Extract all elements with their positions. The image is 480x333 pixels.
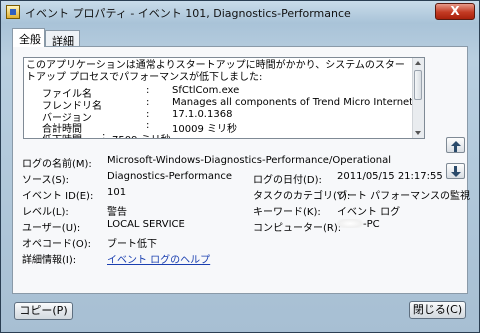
task-category-label: タスクのカテゴリ(Y): xyxy=(253,191,351,202)
event-id-value: 101 xyxy=(107,187,127,198)
general-panel: このアプリケーションは通常よりスタートアップに時間がかかり、システムのスタートア… xyxy=(12,46,470,294)
close-button[interactable]: 閉じる(C) xyxy=(409,301,466,319)
detail-value: 10009 ミリ秒 xyxy=(172,124,237,135)
task-category-value: ブート パフォーマンスの監視 xyxy=(337,191,470,202)
event-id-label: イベント ID(E): xyxy=(22,191,94,202)
title-bar[interactable]: イベント プロパティ - イベント 101, Diagnostics-Perfo… xyxy=(1,1,479,23)
previous-event-button[interactable] xyxy=(446,137,465,153)
detail-value: 7509 ミリ秒 xyxy=(112,131,171,138)
description-box[interactable]: このアプリケーションは通常よりスタートアップに時間がかかり、システムのスタートア… xyxy=(23,57,425,139)
detail-value: Manages all components of Trend Micro In… xyxy=(172,97,424,108)
description-scrollbar[interactable] xyxy=(412,58,424,138)
user-value: LOCAL SERVICE xyxy=(107,219,185,230)
source-label: ソース(S): xyxy=(22,175,70,186)
detail-key: 低下時間 xyxy=(42,131,82,138)
arrow-down-icon xyxy=(451,172,461,177)
opcode-label: オペコード(O): xyxy=(22,239,92,250)
event-viewer-icon xyxy=(6,5,20,19)
computer-value: -PC xyxy=(337,219,380,230)
scroll-up-arrow-icon[interactable] xyxy=(415,61,421,65)
close-window-button[interactable]: X xyxy=(435,3,475,20)
tab-details[interactable]: 詳細 xyxy=(45,30,80,48)
scroll-down-arrow-icon[interactable] xyxy=(415,131,421,135)
logged-label: ログの日付(D): xyxy=(253,175,322,186)
log-name-value: Microsoft-Windows-Diagnostics-Performanc… xyxy=(107,155,392,166)
redacted-name xyxy=(337,219,363,228)
detail-sep: : xyxy=(102,131,106,139)
detail-sep: : xyxy=(146,120,150,131)
keywords-value: イベント ログ xyxy=(337,207,401,218)
copy-button[interactable]: コピー(P) xyxy=(14,302,73,320)
keywords-label: キーワード(K): xyxy=(253,207,321,218)
user-label: ユーザー(U): xyxy=(22,223,81,234)
next-event-button[interactable] xyxy=(446,163,465,179)
scroll-thumb[interactable] xyxy=(414,70,422,100)
description-text: このアプリケーションは通常よりスタートアップに時間がかかり、システムのスタートア… xyxy=(26,60,405,83)
level-label: レベル(L): xyxy=(22,207,69,218)
detail-sep: : xyxy=(146,109,150,120)
more-info-label: 詳細情報(I): xyxy=(22,255,77,266)
detail-value: 17.1.0.1368 xyxy=(172,109,233,120)
detail-sep: : xyxy=(146,97,150,108)
computer-value-suffix: -PC xyxy=(363,219,380,230)
tab-general[interactable]: 全般 xyxy=(12,28,45,47)
computer-label: コンピューター(R): xyxy=(253,223,342,234)
window-title: イベント プロパティ - イベント 101, Diagnostics-Perfo… xyxy=(25,7,351,20)
opcode-value: ブート低下 xyxy=(107,239,157,250)
source-value: Diagnostics-Performance xyxy=(107,171,233,182)
log-name-label: ログの名前(M): xyxy=(22,159,92,170)
logged-value: 2011/05/15 21:17:55 xyxy=(337,171,443,182)
level-value: 警告 xyxy=(107,207,127,218)
detail-sep: : xyxy=(146,85,150,96)
detail-value: SfCtlCom.exe xyxy=(172,85,240,96)
event-properties-window: イベント プロパティ - イベント 101, Diagnostics-Perfo… xyxy=(0,0,480,333)
event-log-help-link[interactable]: イベント ログのヘルプ xyxy=(107,251,210,266)
